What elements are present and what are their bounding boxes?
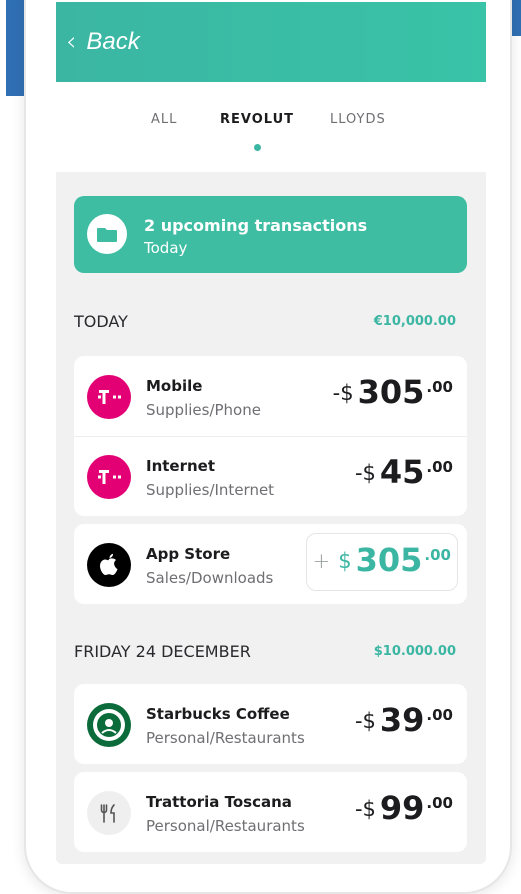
back-button[interactable]: ‹ Back	[66, 28, 140, 56]
amount-whole: 305	[355, 541, 423, 579]
cutlery-icon	[87, 791, 131, 835]
transaction-category: Personal/Restaurants	[146, 729, 305, 747]
tab-lloyds[interactable]: LLOYDS	[330, 112, 386, 127]
transaction-category: Personal/Restaurants	[146, 817, 305, 835]
amount-sign: -$	[354, 709, 376, 733]
transactions-card-today: Mobile Supplies/Phone -$ 305 .00 Interne…	[74, 356, 467, 516]
folder-icon	[87, 214, 127, 254]
section-title-friday: FRIDAY 24 DECEMBER	[74, 642, 251, 661]
amount-cents: .00	[426, 794, 453, 812]
transaction-amount: + $ 305 .00	[313, 540, 451, 580]
transactions-card-app-store: App Store Sales/Downloads + $ 305 .00	[74, 524, 467, 604]
amount-whole: 39	[379, 701, 425, 739]
back-label: Back	[86, 28, 140, 55]
app-screen: ‹ Back ALL REVOLUT LLOYDS 2 upcoming tra…	[56, 2, 486, 864]
amount-whole: 45	[379, 453, 425, 491]
transaction-amount: -$ 39 .00	[355, 700, 453, 740]
plus-sign: +	[312, 549, 331, 573]
transactions-card-trattoria: Trattoria Toscana Personal/Restaurants -…	[74, 772, 467, 852]
banner-subtitle: Today	[144, 239, 188, 257]
amount-cents: .00	[426, 706, 453, 724]
transaction-name: Mobile	[146, 377, 203, 395]
chevron-left-icon: ‹	[66, 27, 77, 57]
header-bar: ‹ Back	[56, 2, 486, 82]
background-panel-right	[512, 0, 521, 36]
transaction-name: Trattoria Toscana	[146, 793, 292, 811]
t-mobile-logo	[87, 455, 131, 499]
tab-all[interactable]: ALL	[151, 112, 177, 127]
t-mobile-logo	[87, 375, 131, 419]
tab-revolut[interactable]: REVOLUT	[220, 112, 294, 127]
transaction-category: Supplies/Internet	[146, 481, 275, 499]
section-amount-friday: $10.000.00	[373, 644, 456, 659]
transaction-amount: -$ 99 .00	[355, 788, 453, 828]
section-title-today: TODAY	[74, 312, 128, 331]
amount-whole: 99	[379, 789, 425, 827]
upcoming-transactions-banner[interactable]: 2 upcoming transactions Today	[74, 196, 467, 273]
account-tabs: ALL REVOLUT LLOYDS	[56, 82, 486, 172]
transactions-card-starbucks: Starbucks Coffee Personal/Restaurants -$…	[74, 684, 467, 764]
transaction-row-trattoria[interactable]: Trattoria Toscana Personal/Restaurants -…	[74, 772, 467, 852]
transaction-row-internet[interactable]: Internet Supplies/Internet -$ 45 .00	[74, 436, 467, 516]
amount-cents: .00	[426, 378, 453, 396]
apple-logo	[87, 543, 131, 587]
active-tab-indicator	[254, 144, 261, 151]
banner-title: 2 upcoming transactions	[144, 216, 368, 235]
transaction-row-app-store[interactable]: App Store Sales/Downloads + $ 305 .00	[74, 524, 467, 604]
amount-sign: $	[338, 549, 352, 573]
amount-whole: 305	[357, 373, 425, 411]
incoming-amount-box: + $ 305 .00	[306, 533, 458, 591]
amount-sign: -$	[332, 381, 354, 405]
section-amount-today: €10,000.00	[373, 314, 456, 329]
transaction-name: App Store	[146, 545, 231, 563]
transaction-row-mobile[interactable]: Mobile Supplies/Phone -$ 305 .00	[74, 356, 467, 436]
transaction-category: Sales/Downloads	[146, 569, 274, 587]
amount-cents: .00	[424, 546, 451, 564]
transaction-row-starbucks[interactable]: Starbucks Coffee Personal/Restaurants -$…	[74, 684, 467, 764]
background-panel-left	[6, 0, 24, 96]
amount-cents: .00	[426, 458, 453, 476]
transaction-amount: -$ 305 .00	[333, 372, 453, 412]
amount-sign: -$	[354, 797, 376, 821]
phone-frame: ‹ Back ALL REVOLUT LLOYDS 2 upcoming tra…	[24, 0, 512, 894]
amount-sign: -$	[354, 461, 376, 485]
transaction-name: Internet	[146, 457, 216, 475]
starbucks-logo	[87, 703, 131, 747]
transaction-amount: -$ 45 .00	[355, 452, 453, 492]
transaction-name: Starbucks Coffee	[146, 705, 290, 723]
transaction-category: Supplies/Phone	[146, 401, 261, 419]
